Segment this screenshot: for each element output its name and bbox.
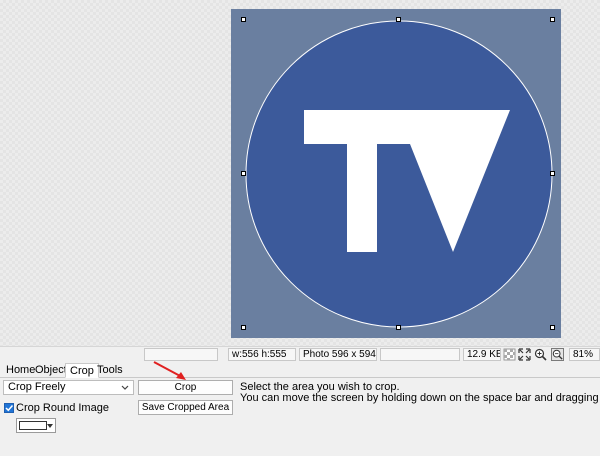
red-arrow-icon xyxy=(153,361,186,380)
color-swatch xyxy=(19,421,47,430)
crop-round-image-label[interactable]: Crop Round Image xyxy=(16,402,109,414)
save-cropped-area-button[interactable]: Save Cropped Area xyxy=(138,400,233,415)
photo-preview[interactable] xyxy=(231,9,561,338)
crop-handle-bottom-left[interactable] xyxy=(241,325,246,330)
crop-mode-value: Crop Freely xyxy=(8,381,66,393)
checkmark-icon xyxy=(5,405,14,412)
tv-logo-image xyxy=(245,20,553,328)
zoom-in-icon[interactable] xyxy=(534,348,547,361)
zoom-out-icon[interactable] xyxy=(551,348,564,361)
image-canvas[interactable] xyxy=(0,0,600,346)
status-bar: w:556 h:555 Photo 596 x 594 12.9 KB 81% xyxy=(0,346,600,361)
chevron-down-icon xyxy=(121,385,129,390)
fit-screen-icon[interactable] xyxy=(518,348,531,361)
crop-handle-top-left[interactable] xyxy=(241,17,246,22)
tab-tools[interactable]: Tools xyxy=(93,363,127,378)
status-empty-cell-2 xyxy=(380,348,460,361)
status-dimensions: w:556 h:555 xyxy=(228,348,296,361)
crop-instruction-line2: You can move the screen by holding down … xyxy=(240,392,600,404)
crop-handle-top-right[interactable] xyxy=(550,17,555,22)
color-picker[interactable] xyxy=(16,418,56,433)
crop-panel: Crop Freely Crop Save Cropped Area Crop … xyxy=(0,378,600,456)
ribbon-tabs: Home Object Crop Tools xyxy=(0,362,600,378)
crop-handle-bottom[interactable] xyxy=(396,325,401,330)
crop-handle-bottom-right[interactable] xyxy=(550,325,555,330)
status-zoom-level: 81% xyxy=(569,348,600,361)
crop-handle-top[interactable] xyxy=(396,17,401,22)
crop-handle-left[interactable] xyxy=(241,171,246,176)
status-photo-size: Photo 596 x 594 xyxy=(299,348,377,361)
status-file-size: 12.9 KB xyxy=(463,348,501,361)
transparency-icon[interactable] xyxy=(503,348,516,361)
crop-mode-select[interactable]: Crop Freely xyxy=(3,380,134,395)
crop-handle-right[interactable] xyxy=(550,171,555,176)
chevron-down-icon xyxy=(47,424,53,428)
crop-round-image-checkbox[interactable] xyxy=(4,403,14,413)
